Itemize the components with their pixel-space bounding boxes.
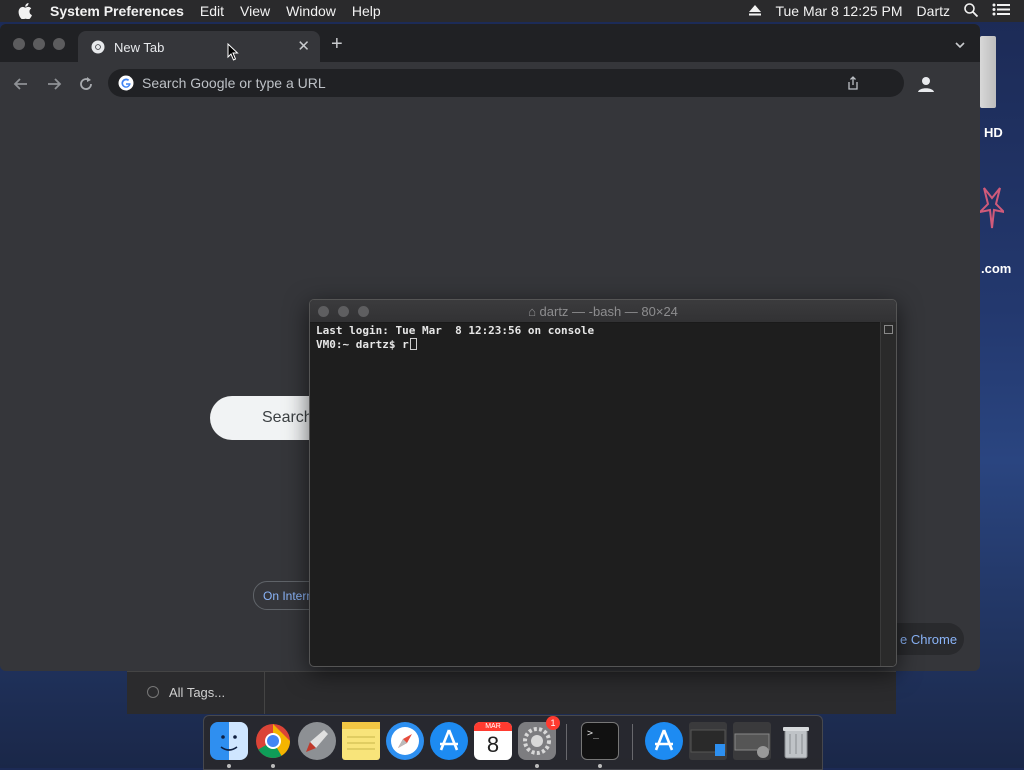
terminal-window: ⌂ dartz — -bash — 80×24 Last login: Tue … — [309, 299, 897, 667]
zoom-window-button[interactable] — [53, 38, 65, 50]
search-box-text: Search — [262, 409, 313, 426]
hd-label[interactable]: HD — [984, 125, 1003, 140]
home-folder-icon: ⌂ — [528, 304, 540, 319]
finder-running-dot — [227, 764, 231, 768]
terminal-icon[interactable]: >_ — [581, 722, 619, 760]
back-arrow-icon[interactable] — [12, 75, 30, 93]
scroll-split-icon[interactable] — [884, 325, 893, 334]
calendar-day: 8 — [486, 732, 500, 757]
dock: MAR 8 1 >_ — [203, 715, 823, 770]
new-tab-button[interactable]: + — [331, 34, 343, 54]
menu-help[interactable]: Help — [344, 3, 389, 19]
tag-circle-icon — [147, 686, 159, 698]
google-g-icon — [118, 75, 134, 91]
menu-window[interactable]: Window — [278, 3, 344, 19]
terminal-output[interactable]: Last login: Tue Mar 8 12:23:56 on consol… — [316, 324, 594, 352]
shell-prompt: VM0:~ dartz$ — [316, 338, 403, 351]
close-tab-icon[interactable]: ✕ — [297, 37, 310, 55]
system-preferences-icon[interactable]: 1 — [518, 716, 560, 760]
menu-edit[interactable]: Edit — [192, 3, 232, 19]
last-login-line: Last login: Tue Mar 8 12:23:56 on consol… — [316, 324, 595, 337]
calendar-icon[interactable]: MAR 8 — [474, 722, 512, 760]
close-window-button[interactable] — [13, 38, 25, 50]
trash-icon[interactable] — [777, 722, 815, 760]
search-icon[interactable] — [957, 2, 985, 20]
downloads-stack-icon[interactable] — [689, 722, 727, 760]
tab-strip: New Tab ✕ + — [0, 24, 980, 62]
finder-icon[interactable] — [210, 722, 248, 760]
terminal-title: ⌂ dartz — -bash — 80×24 — [310, 304, 896, 319]
recent-items-stack-icon[interactable] — [733, 722, 771, 760]
notes-icon[interactable] — [342, 722, 380, 760]
hard-drive-icon[interactable] — [980, 36, 996, 108]
menu-app-name[interactable]: System Preferences — [42, 3, 192, 19]
finder-tags-bar: All Tags... — [127, 671, 896, 714]
all-tags-label: All Tags... — [169, 685, 226, 700]
terminal-titlebar[interactable]: ⌂ dartz — -bash — 80×24 — [310, 300, 896, 323]
tab-title: New Tab — [114, 40, 165, 55]
launchpad-icon[interactable] — [298, 722, 336, 760]
com-label[interactable]: .com — [981, 261, 1011, 276]
control-center-icon[interactable] — [985, 3, 1024, 19]
customize-chrome-label: e Chrome — [900, 632, 958, 647]
safari-icon[interactable] — [386, 722, 424, 760]
mouse-cursor-icon — [227, 42, 239, 61]
minimize-window-button[interactable] — [33, 38, 45, 50]
all-tags-item[interactable]: All Tags... — [127, 672, 265, 714]
calendar-month: MAR — [474, 722, 512, 731]
share-icon[interactable] — [846, 76, 860, 90]
notification-badge: 1 — [546, 716, 560, 730]
menu-bar: System Preferences Edit View Window Help… — [0, 0, 1024, 22]
typed-input: r — [402, 338, 409, 351]
tab-new-tab[interactable]: New Tab ✕ — [78, 31, 320, 62]
reload-icon[interactable] — [77, 75, 95, 93]
desktop-file-icon[interactable] — [976, 184, 1008, 232]
terminal-scrollbar[interactable] — [880, 322, 896, 666]
apple-icon[interactable] — [14, 0, 36, 22]
profile-avatar-icon[interactable] — [914, 72, 938, 96]
terminal-prompt-glyph: >_ — [587, 728, 600, 739]
tab-search-chevron-icon[interactable] — [954, 38, 966, 50]
dock-separator — [566, 724, 567, 760]
chrome-running-dot — [271, 764, 275, 768]
terminal-running-dot — [598, 764, 602, 768]
menu-view[interactable]: View — [232, 3, 278, 19]
eject-icon[interactable] — [742, 3, 768, 19]
forward-arrow-icon[interactable] — [45, 75, 63, 93]
on-internet-label: On Intern — [263, 589, 314, 603]
terminal-title-text: dartz — -bash — 80×24 — [539, 304, 678, 319]
chrome-favicon-icon — [91, 40, 105, 54]
sysprefs-running-dot — [535, 764, 539, 768]
menu-clock[interactable]: Tue Mar 8 12:25 PM — [768, 3, 909, 19]
dock-separator-2 — [632, 724, 633, 760]
app-store-folder-icon[interactable] — [645, 722, 683, 760]
chrome-icon[interactable] — [254, 722, 292, 760]
omnibox-placeholder: Search Google or type a URL — [142, 75, 326, 91]
text-cursor — [409, 338, 417, 350]
menu-user[interactable]: Dartz — [910, 3, 957, 19]
app-store-icon[interactable] — [430, 722, 468, 760]
omnibox[interactable]: Search Google or type a URL — [108, 69, 904, 97]
